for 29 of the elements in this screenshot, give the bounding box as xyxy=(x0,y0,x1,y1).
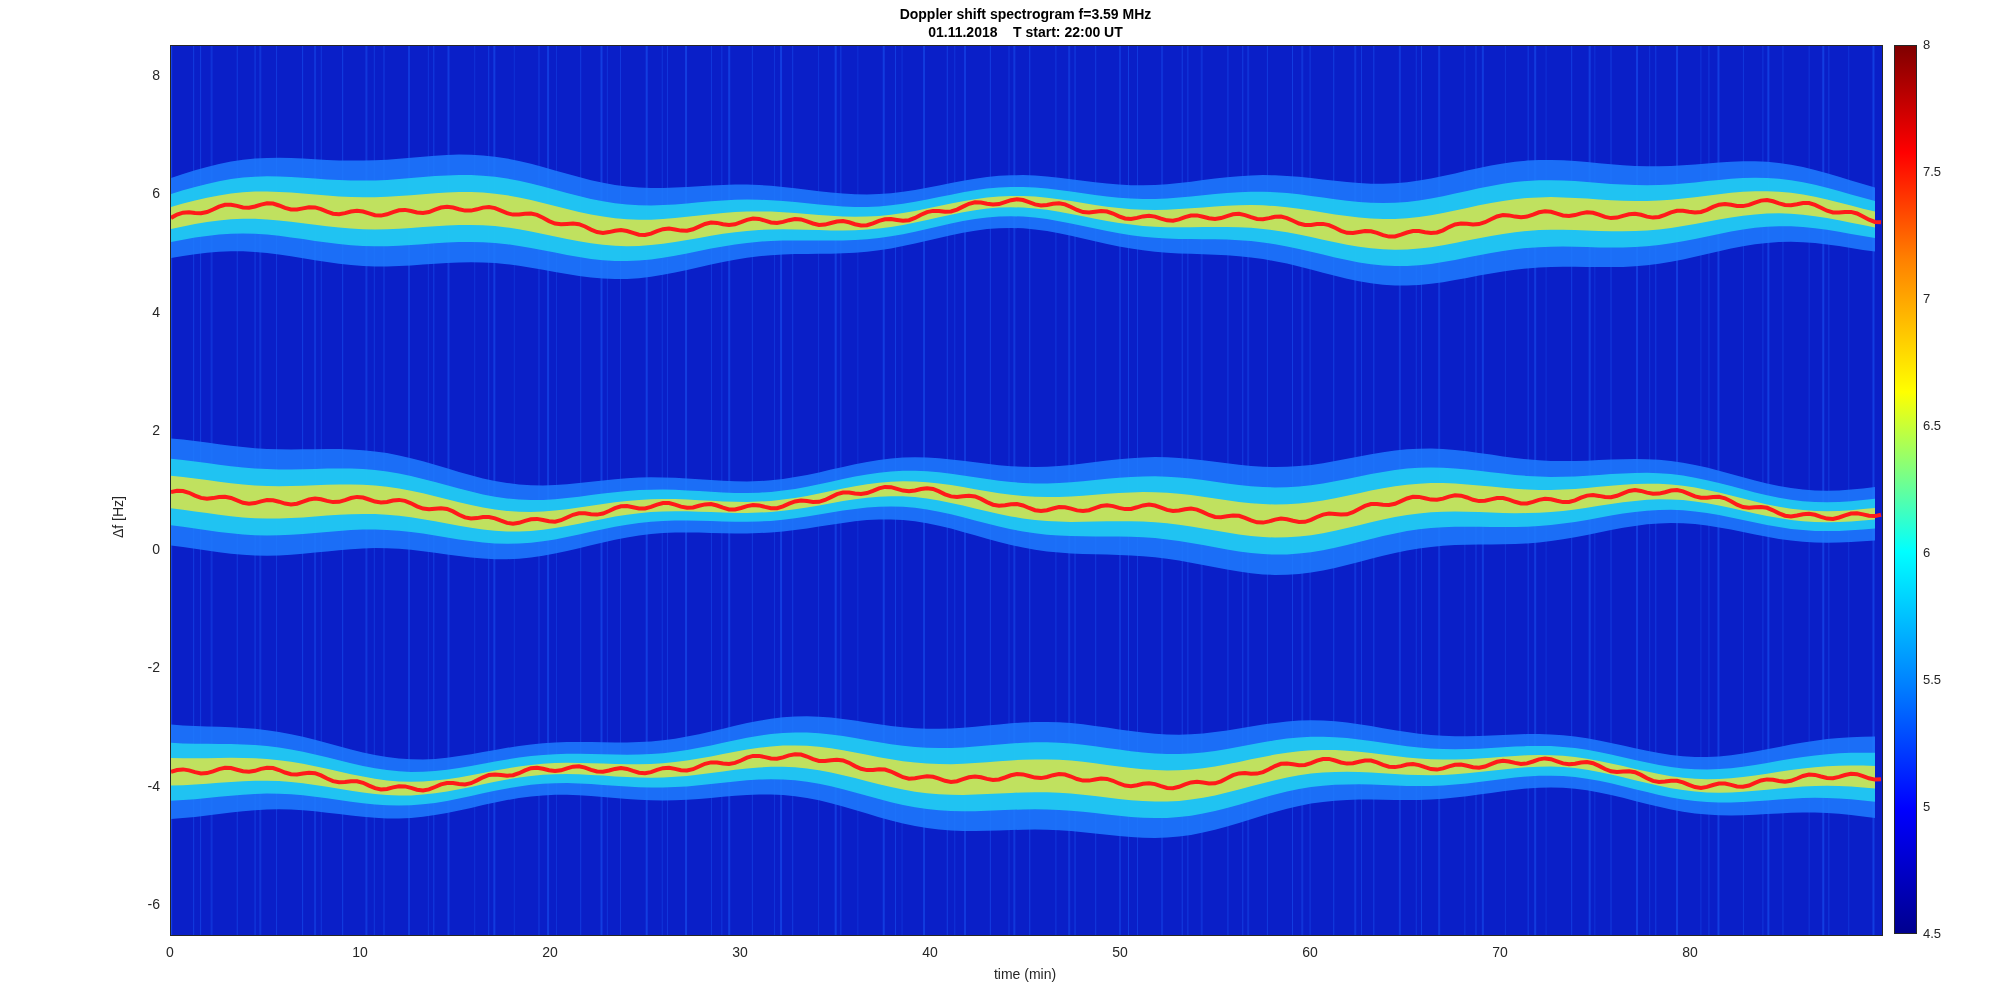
x-tick-label: 80 xyxy=(1682,943,1698,962)
x-tick-label: 50 xyxy=(1112,943,1128,962)
colorbar-tick-label: 6.5 xyxy=(1923,417,1942,436)
y-tick-label: 6 xyxy=(152,183,160,203)
y-tick-label: 8 xyxy=(152,65,160,85)
colorbar-tick-label: 5 xyxy=(1923,798,1931,817)
y-tick-label: -4 xyxy=(147,776,160,796)
x-tick-label: 40 xyxy=(922,943,938,962)
y-axis-label: Δf [Hz] xyxy=(108,496,127,538)
y-tick-label: 0 xyxy=(152,539,160,559)
chart-subtitle: 01.11.2018 T start: 22:00 UT xyxy=(928,22,1123,41)
x-tick-label: 20 xyxy=(542,943,558,962)
y-tick-label: -6 xyxy=(147,894,160,914)
y-tick-label: -2 xyxy=(147,657,160,677)
x-tick-label: 70 xyxy=(1492,943,1508,962)
x-tick-label: 10 xyxy=(352,943,368,962)
colorbar-tick-label: 7.5 xyxy=(1923,163,1942,182)
x-tick-label: 30 xyxy=(732,943,748,962)
colorbar-tick-label: 6 xyxy=(1923,544,1931,563)
colorbar-tick-label: 8 xyxy=(1923,36,1931,55)
x-tick-label: 60 xyxy=(1302,943,1318,962)
colorbar-tick-label: 4.5 xyxy=(1923,925,1942,944)
colorbar-tick-label: 7 xyxy=(1923,290,1931,309)
colorbar-tick-label: 5.5 xyxy=(1923,671,1942,690)
x-axis-label: time (min) xyxy=(993,965,1057,984)
chart-title: Doppler shift spectrogram f=3.59 MHz xyxy=(899,4,1152,23)
x-tick-label: 0 xyxy=(166,943,174,962)
y-tick-label: 2 xyxy=(152,420,160,440)
y-tick-label: 4 xyxy=(152,302,160,322)
